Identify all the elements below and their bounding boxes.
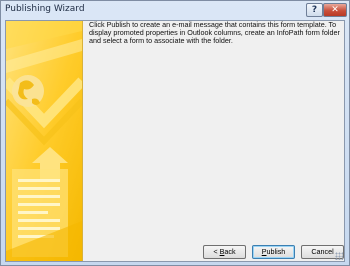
wizard-banner-image bbox=[6, 21, 83, 261]
publish-button[interactable]: Publish bbox=[252, 245, 295, 259]
close-button[interactable]: ✕ bbox=[323, 3, 347, 17]
wizard-body: Click Publish to create an e-mail messag… bbox=[5, 20, 345, 262]
help-icon: ? bbox=[311, 5, 318, 15]
title-bar[interactable]: Publishing Wizard ? ✕ bbox=[1, 1, 349, 20]
resize-grip[interactable] bbox=[335, 252, 343, 260]
publishing-wizard-window: Publishing Wizard ? ✕ Click Publish to c… bbox=[0, 0, 350, 266]
back-button-label: ack bbox=[224, 247, 236, 256]
wizard-description: Click Publish to create an e-mail messag… bbox=[89, 20, 340, 45]
publish-button-label: ublish bbox=[266, 247, 286, 256]
close-icon: ✕ bbox=[331, 5, 339, 15]
back-button[interactable]: < Back bbox=[203, 245, 246, 259]
banner-graphic bbox=[6, 21, 82, 261]
window-title: Publishing Wizard bbox=[5, 4, 85, 14]
cancel-button-label: Cancel bbox=[311, 247, 334, 256]
help-button[interactable]: ? bbox=[306, 3, 323, 17]
